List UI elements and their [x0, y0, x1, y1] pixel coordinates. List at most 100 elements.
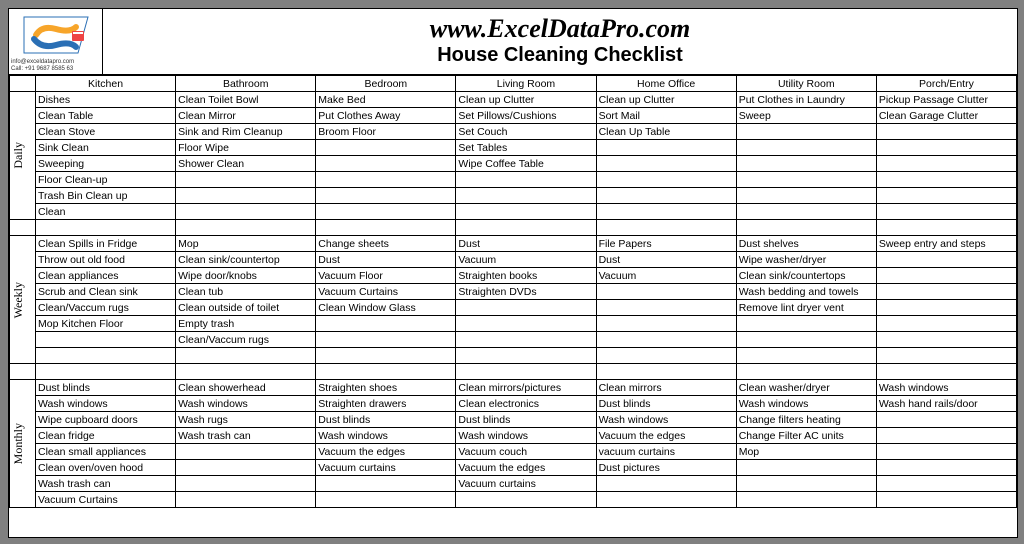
page-frame: info@exceldatapro.com Call: +91 9687 858…	[0, 0, 1024, 544]
table-row: Clean StoveSink and Rim CleanupBroom Flo…	[10, 124, 1017, 140]
task-cell: Vacuum curtains	[316, 460, 456, 476]
task-cell: Straighten DVDs	[456, 284, 596, 300]
task-cell	[876, 188, 1016, 204]
contact-email: info@exceldatapro.com	[11, 59, 100, 66]
task-cell: Clean Spills in Fridge	[36, 236, 176, 252]
task-cell: Sweep	[736, 108, 876, 124]
task-cell: Remove lint dryer vent	[736, 300, 876, 316]
task-cell	[176, 460, 316, 476]
column-header: Porch/Entry	[876, 76, 1016, 92]
section-label-cell: Monthly	[10, 380, 36, 508]
task-cell	[876, 444, 1016, 460]
task-cell	[876, 348, 1016, 364]
task-cell: Clean appliances	[36, 268, 176, 284]
table-row: Clean small appliancesVacuum the edgesVa…	[10, 444, 1017, 460]
separator-cell	[10, 364, 36, 380]
table-row: Clean	[10, 204, 1017, 220]
task-cell	[596, 188, 736, 204]
table-row: Clean TableClean MirrorPut Clothes AwayS…	[10, 108, 1017, 124]
task-cell: Wash windows	[596, 412, 736, 428]
task-cell	[736, 460, 876, 476]
task-cell	[876, 252, 1016, 268]
task-cell	[596, 332, 736, 348]
task-cell	[176, 204, 316, 220]
title-cell: www.ExcelDataPro.com House Cleaning Chec…	[103, 9, 1017, 74]
task-cell: Clean up Clutter	[596, 92, 736, 108]
task-cell: Dust blinds	[316, 412, 456, 428]
task-cell: Wash rugs	[176, 412, 316, 428]
task-cell	[176, 172, 316, 188]
task-cell	[876, 124, 1016, 140]
task-cell: Clean Garage Clutter	[876, 108, 1016, 124]
task-cell	[596, 492, 736, 508]
task-cell	[176, 492, 316, 508]
task-cell: Trash Bin Clean up	[36, 188, 176, 204]
task-cell	[876, 412, 1016, 428]
task-cell: Vacuum the edges	[316, 444, 456, 460]
task-cell	[316, 156, 456, 172]
task-cell	[876, 300, 1016, 316]
task-cell: Mop Kitchen Floor	[36, 316, 176, 332]
task-cell	[876, 332, 1016, 348]
task-cell	[876, 492, 1016, 508]
table-row: WeeklyClean Spills in FridgeMopChange sh…	[10, 236, 1017, 252]
task-cell: Broom Floor	[316, 124, 456, 140]
table-row: MonthlyDust blindsClean showerheadStraig…	[10, 380, 1017, 396]
task-cell: Vacuum	[456, 252, 596, 268]
table-row: Throw out old foodClean sink/countertopD…	[10, 252, 1017, 268]
section-label-cell: Weekly	[10, 236, 36, 364]
task-cell: Wash windows	[176, 396, 316, 412]
task-cell	[876, 268, 1016, 284]
task-cell: Dust	[456, 236, 596, 252]
task-cell: Throw out old food	[36, 252, 176, 268]
task-cell: Vacuum Curtains	[316, 284, 456, 300]
task-cell: Clean oven/oven hood	[36, 460, 176, 476]
task-cell	[736, 316, 876, 332]
task-cell	[176, 348, 316, 364]
column-header: Utility Room	[736, 76, 876, 92]
task-cell: Wash windows	[456, 428, 596, 444]
task-cell: Straighten books	[456, 268, 596, 284]
task-cell	[736, 492, 876, 508]
worksheet: info@exceldatapro.com Call: +91 9687 858…	[8, 8, 1018, 538]
task-cell: Clean mirrors	[596, 380, 736, 396]
task-cell: Vacuum couch	[456, 444, 596, 460]
table-row: Mop Kitchen FloorEmpty trash	[10, 316, 1017, 332]
task-cell: Sink and Rim Cleanup	[176, 124, 316, 140]
separator-cell	[36, 364, 176, 380]
task-cell: Clean/Vaccum rugs	[36, 300, 176, 316]
task-cell	[176, 476, 316, 492]
task-cell: Sort Mail	[596, 108, 736, 124]
logo-cell: info@exceldatapro.com Call: +91 9687 858…	[9, 9, 103, 74]
task-cell	[316, 172, 456, 188]
task-cell: Clean mirrors/pictures	[456, 380, 596, 396]
task-cell	[876, 428, 1016, 444]
task-cell: Mop	[176, 236, 316, 252]
task-cell: Clean outside of toilet	[176, 300, 316, 316]
task-cell: Vacuum	[596, 268, 736, 284]
task-cell	[736, 172, 876, 188]
task-cell	[876, 460, 1016, 476]
task-cell	[596, 156, 736, 172]
task-cell: Put Clothes in Laundry	[736, 92, 876, 108]
task-cell: Put Clothes Away	[316, 108, 456, 124]
task-cell: Wash windows	[36, 396, 176, 412]
task-cell: Vacuum Floor	[316, 268, 456, 284]
task-cell	[456, 300, 596, 316]
task-cell	[316, 140, 456, 156]
section-label: Daily	[12, 142, 33, 169]
section-separator	[10, 364, 1017, 380]
task-cell	[316, 492, 456, 508]
task-cell	[736, 188, 876, 204]
task-cell	[876, 204, 1016, 220]
task-cell: Wash windows	[316, 428, 456, 444]
separator-cell	[596, 364, 736, 380]
separator-cell	[736, 220, 876, 236]
task-cell: Clean tub	[176, 284, 316, 300]
task-cell: Dust	[596, 252, 736, 268]
task-cell: Straighten drawers	[316, 396, 456, 412]
task-cell: Wash trash can	[176, 428, 316, 444]
task-cell: Vacuum curtains	[456, 476, 596, 492]
task-cell: Clean showerhead	[176, 380, 316, 396]
separator-cell	[316, 364, 456, 380]
